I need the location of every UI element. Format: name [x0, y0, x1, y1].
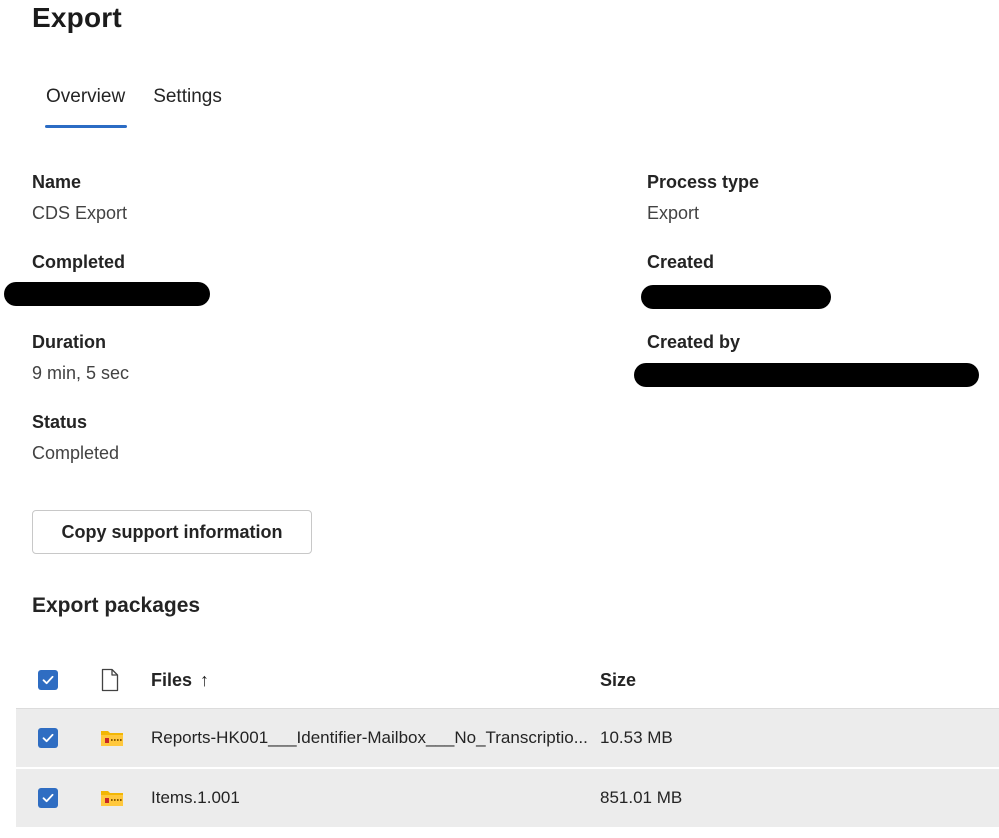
process-type-field: Process type Export — [647, 172, 759, 224]
duration-value: 9 min, 5 sec — [32, 363, 130, 383]
name-value: CDS Export — [32, 203, 128, 223]
copy-support-information-button[interactable]: Copy support information — [32, 510, 312, 554]
row-icon-cell — [100, 709, 124, 767]
row-checkbox[interactable] — [38, 728, 58, 748]
status-value: Completed — [32, 443, 120, 463]
created-by-label: Created by — [647, 332, 741, 352]
size-column-header[interactable]: Size — [600, 652, 636, 708]
row-select-cell — [38, 769, 58, 827]
export-packages-heading: Export packages — [32, 594, 201, 617]
completed-field: Completed — [32, 252, 125, 273]
size-header-label: Size — [600, 669, 637, 690]
tab-list: Overview Settings — [32, 82, 236, 128]
table-header-row: Files ↑ Size — [16, 652, 999, 709]
select-all-checkbox[interactable] — [38, 670, 58, 690]
tab-settings[interactable]: Settings — [139, 82, 236, 128]
select-all-cell — [38, 652, 58, 708]
completed-label: Completed — [32, 252, 126, 272]
row-select-cell — [38, 709, 58, 767]
page-title: Export — [32, 2, 122, 33]
files-column-header[interactable]: Files ↑ — [151, 652, 209, 708]
zip-folder-icon — [101, 731, 123, 746]
export-packages-table: Files ↑ Size Reports-HK001___Identifier-… — [16, 652, 999, 829]
zip-folder-icon — [101, 791, 123, 806]
status-field: Status Completed — [32, 412, 119, 464]
sort-ascending-icon: ↑ — [200, 669, 210, 690]
file-type-header — [100, 652, 120, 708]
file-name[interactable]: Reports-HK001___Identifier-Mailbox___No_… — [151, 709, 588, 767]
status-label: Status — [32, 412, 88, 432]
file-size: 851.01 MB — [600, 788, 683, 807]
name-field: Name CDS Export — [32, 172, 127, 224]
created-label: Created — [647, 252, 715, 272]
process-type-value: Export — [647, 203, 700, 223]
duration-field: Duration 9 min, 5 sec — [32, 332, 129, 384]
duration-label: Duration — [32, 332, 106, 352]
file-icon — [101, 668, 119, 692]
table-row[interactable]: Items.1.001 851.01 MB — [16, 769, 999, 829]
completed-redaction — [4, 282, 210, 306]
file-name[interactable]: Items.1.001 — [151, 769, 240, 827]
table-row[interactable]: Reports-HK001___Identifier-Mailbox___No_… — [16, 709, 999, 769]
created-redaction — [641, 285, 831, 309]
file-size: 10.53 MB — [600, 728, 673, 747]
created-by-redaction — [634, 363, 979, 387]
files-header-label: Files — [151, 669, 193, 690]
created-field: Created — [647, 252, 714, 273]
checkmark-icon — [42, 733, 54, 743]
created-by-field: Created by — [647, 332, 740, 353]
row-checkbox[interactable] — [38, 788, 58, 808]
checkmark-icon — [42, 793, 54, 803]
name-label: Name — [32, 172, 82, 192]
row-icon-cell — [100, 769, 124, 827]
tab-overview[interactable]: Overview — [32, 82, 139, 128]
process-type-label: Process type — [647, 172, 760, 192]
checkmark-icon — [42, 675, 54, 685]
